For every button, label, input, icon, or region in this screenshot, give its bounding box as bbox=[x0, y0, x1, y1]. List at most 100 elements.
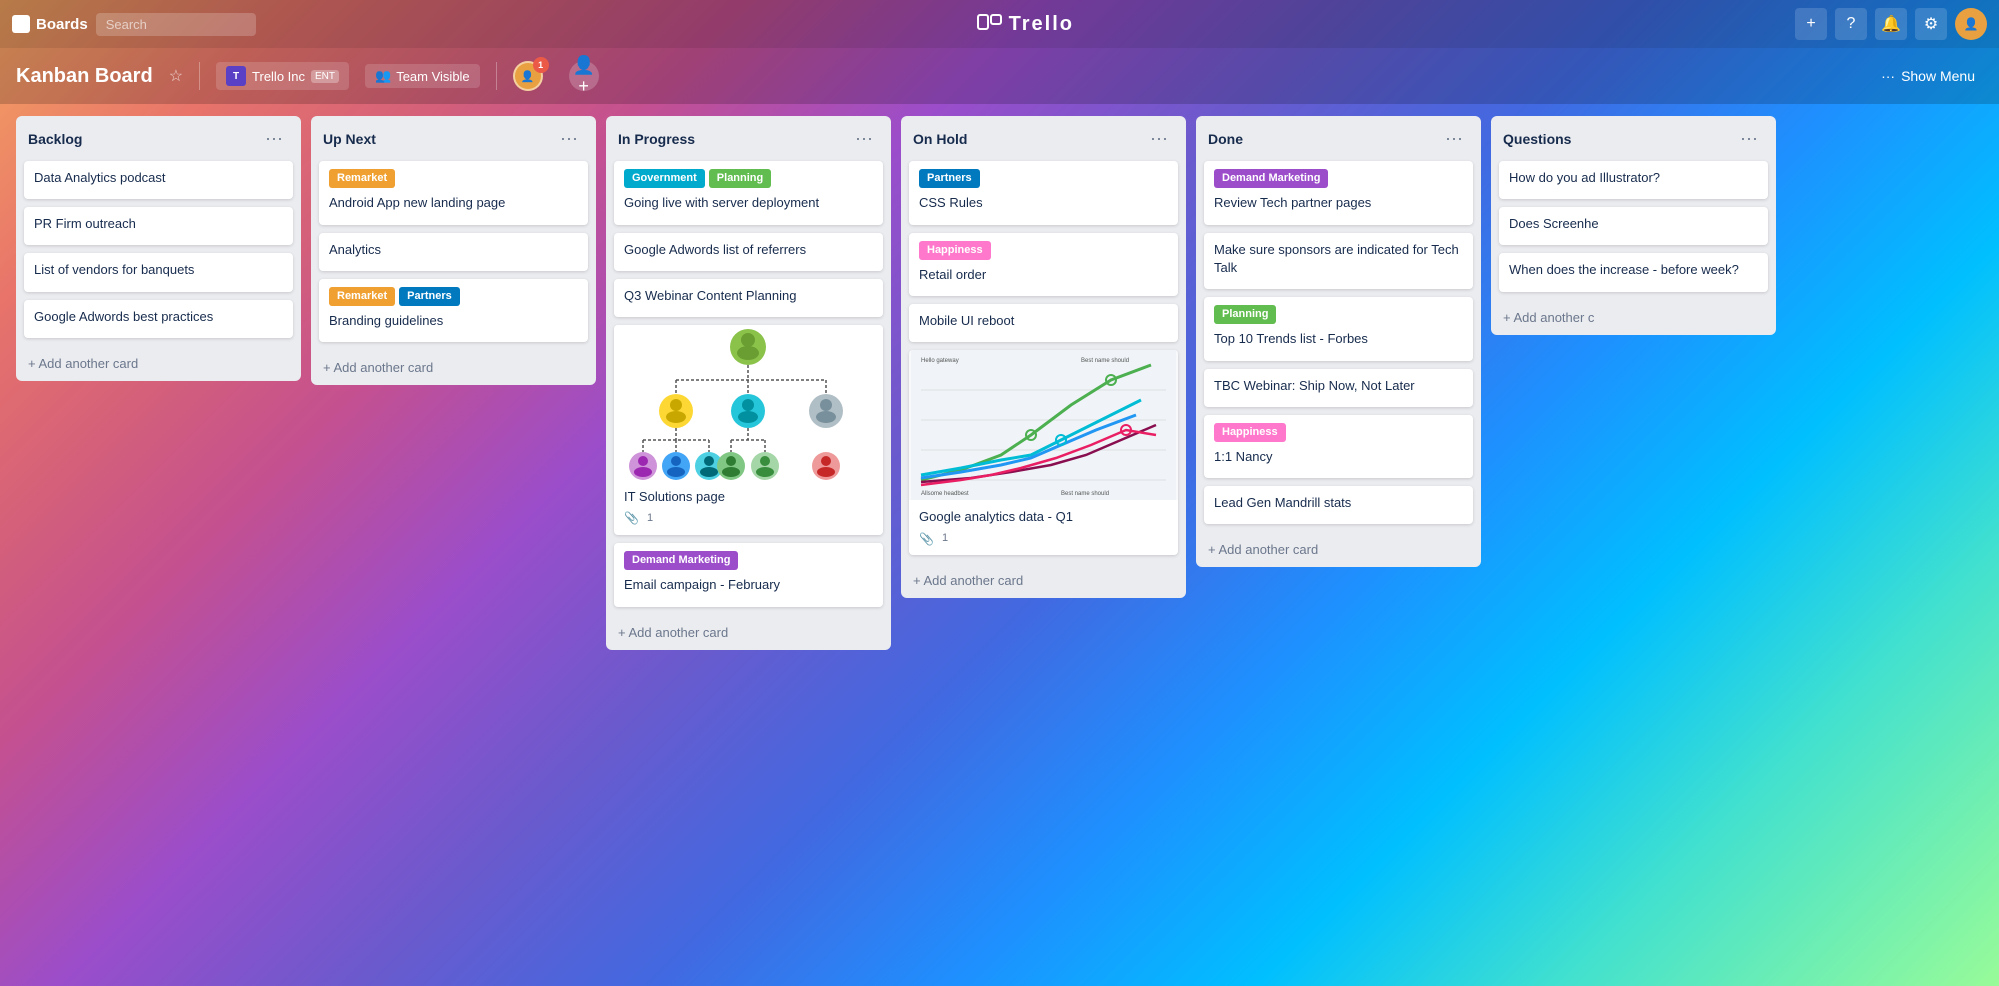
card[interactable]: Does Screenhe bbox=[1499, 207, 1768, 245]
column-menu-button[interactable]: ··· bbox=[1144, 126, 1174, 151]
card[interactable]: When does the increase - before week? bbox=[1499, 253, 1768, 291]
search-input[interactable] bbox=[96, 13, 256, 36]
column-menu-button[interactable]: ··· bbox=[849, 126, 879, 151]
add-card-button[interactable]: + Add another card bbox=[1196, 536, 1481, 567]
card[interactable]: Lead Gen Mandrill stats bbox=[1204, 486, 1473, 524]
card-title: Make sure sponsors are indicated for Tec… bbox=[1214, 241, 1463, 277]
svg-text:Hello gateway: Hello gateway bbox=[921, 358, 959, 364]
column-menu-button[interactable]: ··· bbox=[1734, 126, 1764, 151]
card-title: Branding guidelines bbox=[329, 312, 578, 330]
card[interactable]: TBC Webinar: Ship Now, Not Later bbox=[1204, 369, 1473, 407]
column-done: Done ··· Demand Marketing Review Tech partn… bbox=[1196, 116, 1481, 567]
boards-label: Boards bbox=[36, 16, 88, 33]
card[interactable]: Make sure sponsors are indicated for Tec… bbox=[1204, 233, 1473, 289]
card[interactable]: Mobile UI reboot bbox=[909, 304, 1178, 342]
add-button[interactable]: + bbox=[1795, 8, 1827, 40]
add-card-button[interactable]: + Add another card bbox=[901, 567, 1186, 598]
column-header: Questions··· bbox=[1491, 116, 1776, 157]
card-label: Planning bbox=[1214, 305, 1276, 324]
board-header: Kanban Board ☆ T Trello Inc ENT 👥 Team V… bbox=[0, 48, 1999, 104]
card-title: Google Adwords list of referrers bbox=[624, 241, 873, 259]
column-header: Done ··· bbox=[1196, 116, 1481, 157]
user-avatar[interactable]: 👤 bbox=[1955, 8, 1987, 40]
board-content: Backlog ··· Data Analytics podcast PR Firm … bbox=[0, 104, 1999, 986]
column-cards: Data Analytics podcast PR Firm outreach Li… bbox=[16, 157, 301, 350]
card[interactable]: Partners CSS Rules bbox=[909, 161, 1178, 225]
notifications-button[interactable]: 🔔 bbox=[1875, 8, 1907, 40]
card-labels: Partners bbox=[919, 169, 1168, 188]
workspace-logo: T bbox=[226, 66, 246, 86]
board-title: Kanban Board bbox=[16, 65, 153, 88]
card[interactable]: Q3 Webinar Content Planning bbox=[614, 279, 883, 317]
top-navigation: Boards Trello + ? 🔔 ⚙ 👤 bbox=[0, 0, 1999, 48]
card-title: How do you ad Illustrator? bbox=[1509, 169, 1758, 187]
card[interactable]: Happiness1:1 Nancy bbox=[1204, 415, 1473, 479]
svg-text:Best name should: Best name should bbox=[1061, 491, 1109, 497]
card-title: Review Tech partner pages bbox=[1214, 194, 1463, 212]
card[interactable]: GovernmentPlanningGoing live with server… bbox=[614, 161, 883, 225]
card-label: Government bbox=[624, 169, 705, 188]
column-menu-button[interactable]: ··· bbox=[259, 126, 289, 151]
add-card-button[interactable]: + Add another c bbox=[1491, 304, 1776, 335]
card[interactable]: Analytics bbox=[319, 233, 588, 271]
column-header: On Hold ··· bbox=[901, 116, 1186, 157]
card[interactable]: Demand Marketing Email campaign - Februar… bbox=[614, 543, 883, 607]
divider2 bbox=[496, 62, 497, 90]
card-title: Lead Gen Mandrill stats bbox=[1214, 494, 1463, 512]
card[interactable]: Happiness Retail order bbox=[909, 233, 1178, 297]
card-labels: Demand Marketing bbox=[1214, 169, 1463, 188]
card[interactable]: Data Analytics podcast bbox=[24, 161, 293, 199]
workspace-badge[interactable]: T Trello Inc ENT bbox=[216, 62, 349, 90]
card-title: Android App new landing page bbox=[329, 194, 578, 212]
card-title: CSS Rules bbox=[919, 194, 1168, 212]
show-menu-label: Show Menu bbox=[1901, 68, 1975, 84]
card-title: Retail order bbox=[919, 266, 1168, 284]
boards-link[interactable]: Boards bbox=[12, 15, 88, 33]
add-card-button[interactable]: + Add another card bbox=[16, 350, 301, 381]
column-menu-button[interactable]: ··· bbox=[1439, 126, 1469, 151]
add-card-button[interactable]: + Add another card bbox=[606, 619, 891, 650]
card[interactable]: Google Adwords list of referrers bbox=[614, 233, 883, 271]
column-cards: RemarketAndroid App new landing page Anal… bbox=[311, 157, 596, 354]
column-title: Done bbox=[1208, 131, 1243, 147]
column-header: Backlog ··· bbox=[16, 116, 301, 157]
card[interactable]: RemarketAndroid App new landing page bbox=[319, 161, 588, 225]
card[interactable]: PlanningTop 10 Trends list - Forbes bbox=[1204, 297, 1473, 361]
card[interactable]: How do you ad Illustrator? bbox=[1499, 161, 1768, 199]
member-avatars: 👤 1 bbox=[513, 61, 549, 91]
column-header: Up Next ··· bbox=[311, 116, 596, 157]
help-button[interactable]: ? bbox=[1835, 8, 1867, 40]
card-meta: 📎1 bbox=[919, 531, 1168, 548]
card[interactable]: RemarketPartnersBranding guidelines bbox=[319, 279, 588, 343]
card-title: Mobile UI reboot bbox=[919, 312, 1168, 330]
card[interactable]: Google Adwords best practices bbox=[24, 300, 293, 338]
card-label: Partners bbox=[399, 287, 460, 306]
visibility-badge[interactable]: 👥 Team Visible bbox=[365, 64, 480, 88]
settings-button[interactable]: ⚙ bbox=[1915, 8, 1947, 40]
star-icon[interactable]: ☆ bbox=[169, 66, 183, 86]
card[interactable]: IT Solutions page📎1 bbox=[614, 325, 883, 535]
notification-count: 1 bbox=[533, 57, 549, 73]
card-labels: Demand Marketing bbox=[624, 551, 873, 570]
add-member-button[interactable]: 👤+ bbox=[569, 61, 599, 91]
visibility-label: Team Visible bbox=[396, 69, 469, 84]
column-menu-button[interactable]: ··· bbox=[554, 126, 584, 151]
card[interactable]: PR Firm outreach bbox=[24, 207, 293, 245]
column-upnext: Up Next ··· RemarketAndroid App new landin… bbox=[311, 116, 596, 385]
card-label: Happiness bbox=[919, 241, 991, 260]
card[interactable]: Hello gateway Best name should Allsome h… bbox=[909, 350, 1178, 555]
column-cards: Demand Marketing Review Tech partner page… bbox=[1196, 157, 1481, 536]
card-title: Email campaign - February bbox=[624, 576, 873, 594]
show-menu-button[interactable]: ··· Show Menu bbox=[1873, 64, 1983, 88]
card-labels: GovernmentPlanning bbox=[624, 169, 873, 188]
card[interactable]: Demand Marketing Review Tech partner page… bbox=[1204, 161, 1473, 225]
column-title: Backlog bbox=[28, 131, 82, 147]
card-title: Data Analytics podcast bbox=[34, 169, 283, 187]
card-title: Q3 Webinar Content Planning bbox=[624, 287, 873, 305]
visibility-icon: 👥 bbox=[375, 68, 391, 84]
card[interactable]: List of vendors for banquets bbox=[24, 253, 293, 291]
column-title: Up Next bbox=[323, 131, 376, 147]
add-card-button[interactable]: + Add another card bbox=[311, 354, 596, 385]
card-title: Google analytics data - Q1 bbox=[919, 508, 1168, 526]
column-title: On Hold bbox=[913, 131, 967, 147]
